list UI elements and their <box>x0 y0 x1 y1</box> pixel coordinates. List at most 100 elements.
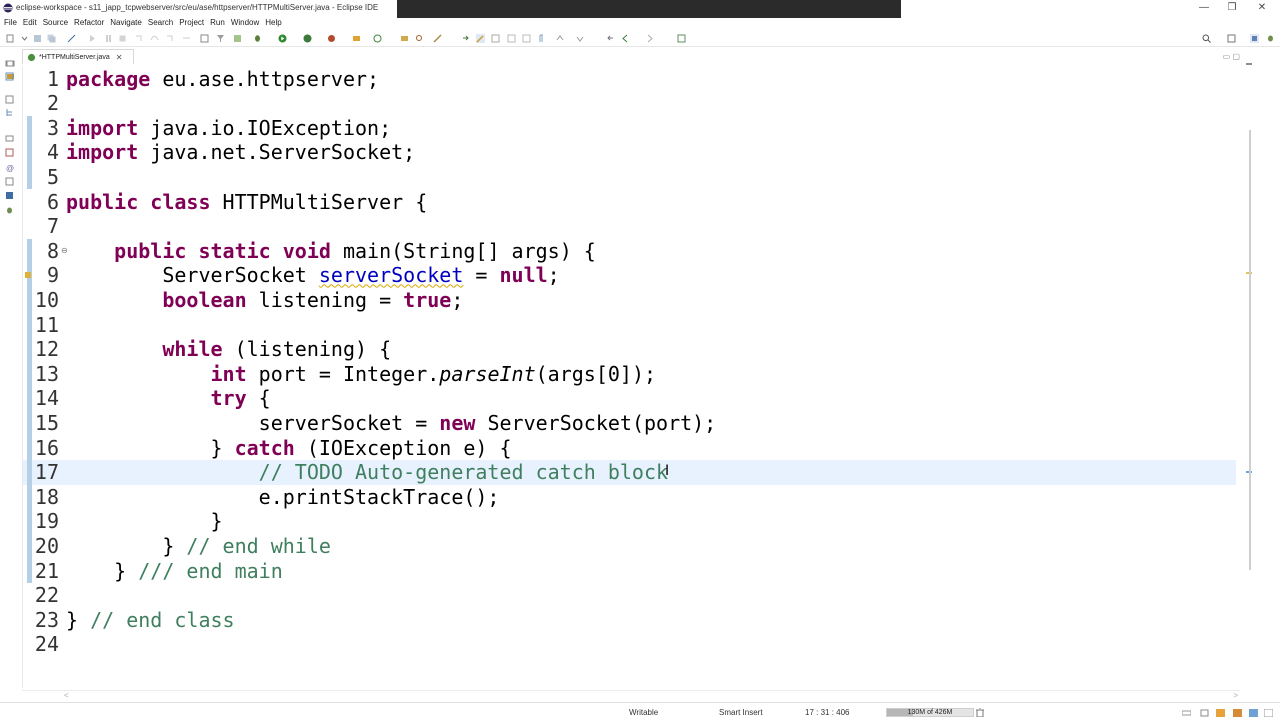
menu-search[interactable]: Search <box>148 18 179 27</box>
new-package-icon[interactable] <box>373 34 382 43</box>
run-icon[interactable] <box>278 34 287 43</box>
code-line[interactable]: 13 int port = Integer.parseInt(args[0]); <box>23 362 1236 387</box>
open-type-icon[interactable] <box>400 34 409 43</box>
vertical-scrollbar-thumb[interactable] <box>1249 130 1251 570</box>
code-line[interactable]: 7 <box>23 214 1236 239</box>
save-all-icon[interactable] <box>47 34 56 43</box>
code-text[interactable]: ServerSocket serverSocket = null; <box>66 263 559 288</box>
code-line[interactable]: 22 <box>23 583 1236 608</box>
open-console-icon[interactable] <box>200 34 209 43</box>
dropdown-chevron-icon[interactable] <box>20 34 29 43</box>
fold-toggle-icon[interactable]: ⊖ <box>61 239 68 264</box>
code-line[interactable]: 1 package eu.ase.httpserver; <box>23 67 1236 92</box>
progress-icon[interactable] <box>1182 709 1191 717</box>
code-line[interactable]: 8 public static void main(String[] args)… <box>23 239 1236 264</box>
external-tools-icon[interactable] <box>327 34 336 43</box>
new-icon[interactable] <box>6 34 15 43</box>
java-source-editor[interactable]: 1 package eu.ase.httpserver; 2 3 import java… <box>22 66 1240 688</box>
code-line[interactable]: 4 import java.net.ServerSocket; <box>23 140 1236 165</box>
close-window-button[interactable]: ✕ <box>1250 1 1274 14</box>
run-gc-icon[interactable] <box>976 708 984 717</box>
fast-view-icon[interactable] <box>1264 709 1273 717</box>
menu-file[interactable]: File <box>4 18 23 27</box>
back-icon[interactable] <box>621 34 630 43</box>
paragraph-icon[interactable] <box>537 34 546 43</box>
code-text[interactable]: import java.io.IOException; <box>66 116 391 141</box>
code-line[interactable]: 11 <box>23 313 1236 338</box>
step-into-icon[interactable] <box>134 34 143 43</box>
task-repo-icon[interactable] <box>1249 709 1258 717</box>
code-text[interactable]: boolean listening = true; <box>66 288 463 313</box>
next-edit-location-icon[interactable] <box>556 34 565 43</box>
terminate-icon[interactable] <box>118 34 127 43</box>
code-line[interactable]: 6 public class HTTPMultiServer { <box>23 190 1236 215</box>
code-text[interactable]: while (listening) { <box>66 337 391 362</box>
open-perspective-icon[interactable] <box>1227 34 1236 43</box>
code-line[interactable]: 20 } // end while <box>23 534 1236 559</box>
resume-icon[interactable] <box>88 34 97 43</box>
code-line[interactable]: 3 import java.io.IOException; <box>23 116 1236 141</box>
edit-icon[interactable] <box>433 34 442 43</box>
overview-marker[interactable] <box>1246 63 1252 65</box>
maximize-button[interactable]: ❐ <box>1220 1 1244 14</box>
code-line[interactable]: 21 } /// end main <box>23 559 1236 584</box>
code-text[interactable]: } /// end main <box>66 559 283 584</box>
suspend-icon[interactable] <box>104 34 113 43</box>
code-text[interactable]: serverSocket = new ServerSocket(port); <box>66 411 717 436</box>
horizontal-scrollbar[interactable]: < > <box>22 690 1240 700</box>
heap-status[interactable]: 130M of 426M <box>886 708 974 717</box>
javadoc-icon[interactable]: @ <box>5 163 14 172</box>
restore-icon-2[interactable] <box>5 134 14 143</box>
code-line[interactable]: 5 <box>23 165 1236 190</box>
drop-to-frame-icon[interactable] <box>182 34 191 43</box>
code-line[interactable]: 24 <box>23 632 1236 657</box>
code-line[interactable]: 9 ServerSocket serverSocket = null; <box>23 263 1236 288</box>
code-line[interactable]: 16 } catch (IOException e) { <box>23 436 1236 461</box>
code-text[interactable]: e.printStackTrace(); <box>66 485 500 510</box>
scroll-left-icon[interactable]: < <box>64 691 69 700</box>
save-icon[interactable] <box>33 34 42 43</box>
toggle-mark-occurrences-icon[interactable] <box>476 34 485 43</box>
toggle-block-selection-icon[interactable] <box>491 34 500 43</box>
task-list-icon[interactable] <box>5 72 14 81</box>
run-coverage-icon[interactable] <box>303 34 312 43</box>
show-whitespace-icon[interactable] <box>507 34 516 43</box>
code-line[interactable]: 15 serverSocket = new ServerSocket(port)… <box>23 411 1236 436</box>
tips-icon[interactable] <box>1216 709 1225 717</box>
menu-edit[interactable]: Edit <box>23 18 43 27</box>
menu-window[interactable]: Window <box>231 18 265 27</box>
outline-icon[interactable] <box>5 95 14 104</box>
pin-editor-icon[interactable] <box>677 34 686 43</box>
last-edit-location-icon[interactable] <box>606 34 615 43</box>
step-over-icon[interactable] <box>150 34 159 43</box>
toggle-word-wrap-icon[interactable] <box>522 34 531 43</box>
minimize-maximize-icons[interactable]: ▭ ▢ <box>1223 52 1240 61</box>
console-icon[interactable] <box>5 191 14 200</box>
code-line[interactable]: 2 <box>23 91 1236 116</box>
code-line[interactable]: 23} // end class <box>23 608 1236 633</box>
code-text[interactable]: package eu.ase.httpserver; <box>66 67 379 92</box>
restore-icon[interactable] <box>5 59 14 68</box>
warning-icon[interactable] <box>25 272 31 279</box>
open-browser-icon[interactable] <box>1233 709 1242 717</box>
debug-icon[interactable] <box>253 34 262 43</box>
code-line[interactable]: 12 while (listening) { <box>23 337 1236 362</box>
next-annotation-icon[interactable] <box>461 34 470 43</box>
code-text[interactable]: try { <box>66 386 271 411</box>
menu-refactor[interactable]: Refactor <box>74 18 110 27</box>
code-text[interactable]: int port = Integer.parseInt(args[0]); <box>66 362 657 387</box>
menu-run[interactable]: Run <box>210 18 231 27</box>
code-line[interactable]: 17 // TODO Auto-generated catch block <box>23 460 1236 485</box>
editor-tab-httpmultiserver[interactable]: *HTTPMultiServer.java ✕ <box>22 49 134 64</box>
step-return-icon[interactable] <box>165 34 174 43</box>
code-text[interactable]: // TODO Auto-generated catch block <box>66 460 668 485</box>
code-line[interactable]: 19 } <box>23 509 1236 534</box>
declaration-icon[interactable] <box>5 177 14 186</box>
menu-project[interactable]: Project <box>179 18 210 27</box>
code-text[interactable]: } // end while <box>66 534 331 559</box>
hierarchy-icon[interactable] <box>5 108 14 117</box>
skip-breakpoints-icon[interactable] <box>67 34 76 43</box>
code-line[interactable]: 10 boolean listening = true; <box>23 288 1236 313</box>
menu-source[interactable]: Source <box>43 18 74 27</box>
code-text[interactable]: } // end class <box>66 608 235 633</box>
